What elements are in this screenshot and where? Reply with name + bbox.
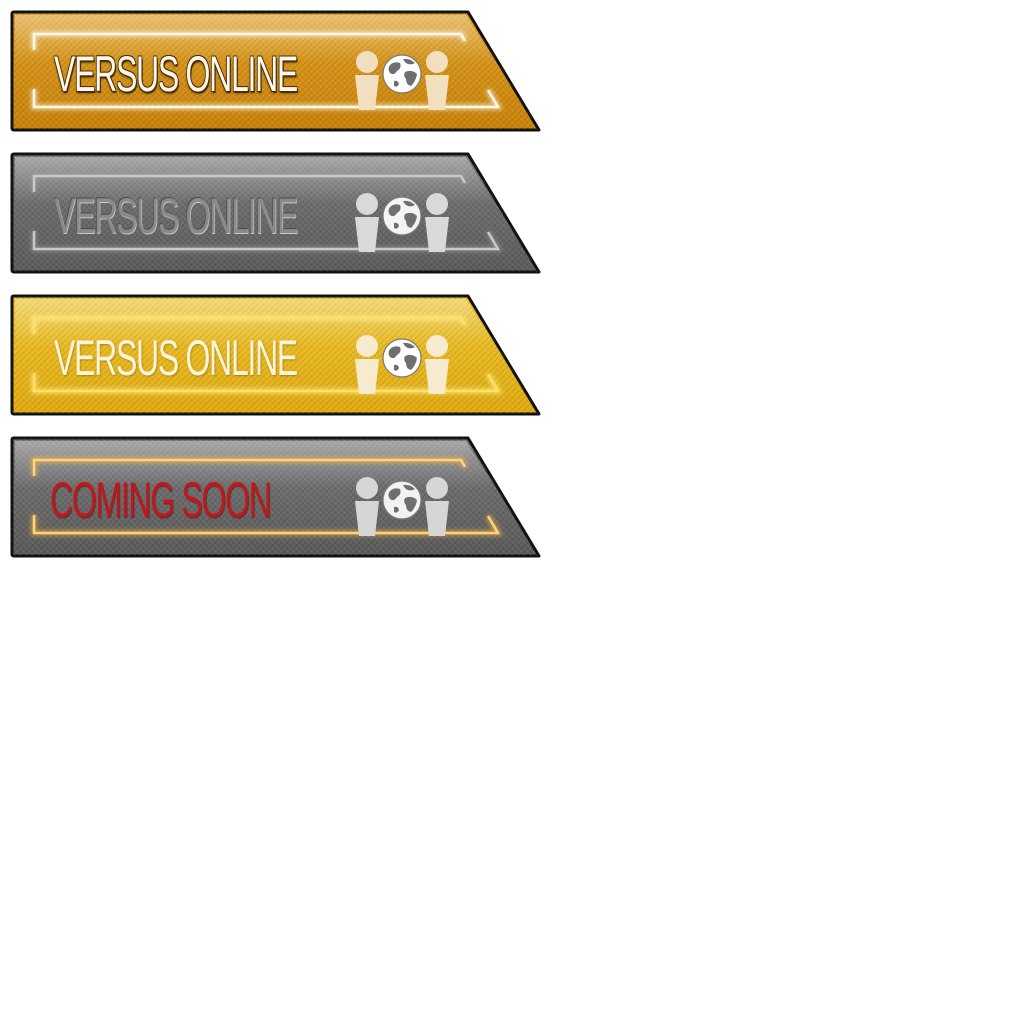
- button-label: COMING SOON: [50, 472, 272, 528]
- versus-players-globe-icon: [355, 193, 449, 252]
- button-label: VERSUS ONLINE: [54, 188, 298, 244]
- versus-online-button-disabled[interactable]: VERSUS ONLINE: [10, 152, 541, 276]
- coming-soon-button[interactable]: COMING SOON: [10, 436, 541, 560]
- versus-online-button-normal[interactable]: VERSUS ONLINE: [10, 10, 541, 134]
- versus-online-button-hover[interactable]: VERSUS ONLINE: [10, 294, 541, 418]
- button-sprite-sheet: VERSUS ONLINE VERSUS ONLINE VERSUS ONLIN…: [0, 0, 1024, 1024]
- versus-players-globe-icon: [355, 477, 449, 536]
- versus-players-globe-icon: [355, 51, 449, 110]
- versus-players-globe-icon: [355, 335, 449, 394]
- button-label: VERSUS ONLINE: [54, 46, 298, 102]
- button-label: VERSUS ONLINE: [54, 330, 298, 386]
